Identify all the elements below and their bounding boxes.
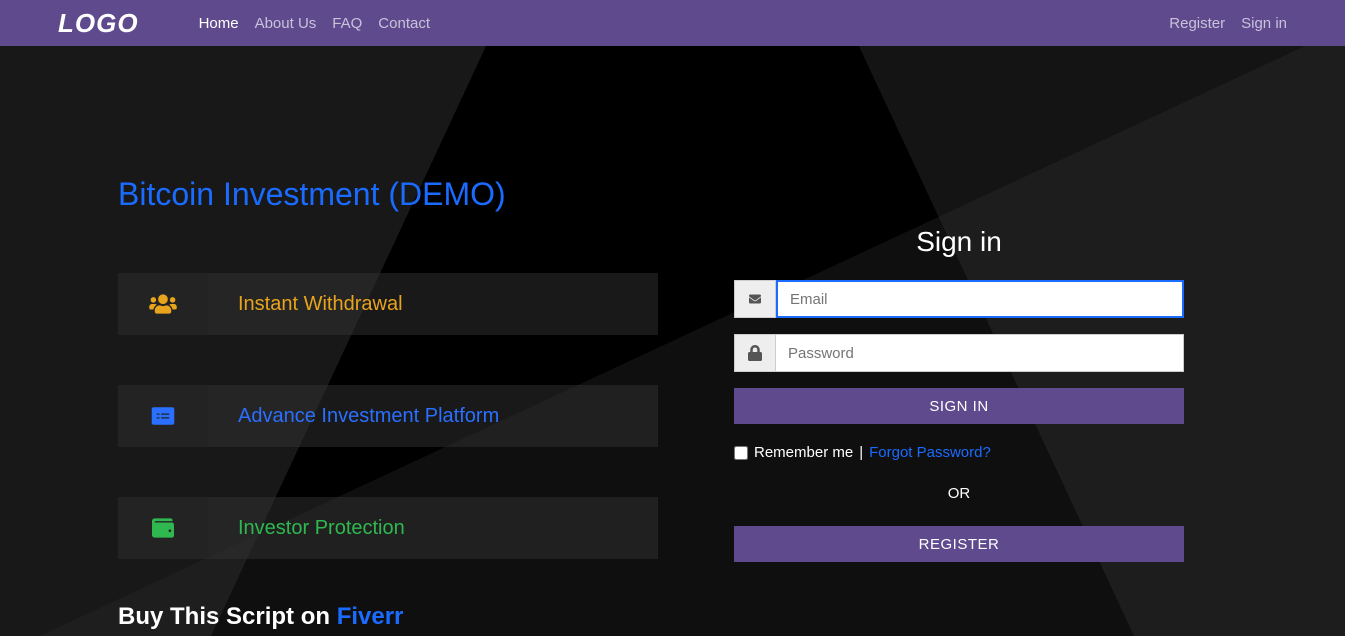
nav-link-faq[interactable]: FAQ bbox=[332, 15, 362, 32]
nav-link-signin[interactable]: Sign in bbox=[1241, 15, 1287, 32]
nav-right: Register Sign in bbox=[1169, 15, 1287, 32]
nav-link-contact[interactable]: Contact bbox=[378, 15, 430, 32]
buy-prefix: Buy This Script on bbox=[118, 603, 337, 630]
signin-column: Sign in SIGN IN Remember me | Forgot Pas… bbox=[734, 226, 1184, 609]
feature-label: Investor Protection bbox=[208, 497, 658, 559]
envelope-icon bbox=[734, 280, 776, 318]
fiverr-link[interactable]: Fiverr bbox=[337, 603, 404, 630]
hero-title: Bitcoin Investment (DEMO) bbox=[118, 176, 658, 213]
signin-title: Sign in bbox=[734, 226, 1184, 258]
feature-card-platform: Advance Investment Platform bbox=[118, 385, 658, 447]
password-input[interactable] bbox=[776, 334, 1184, 372]
nav-link-register[interactable]: Register bbox=[1169, 15, 1225, 32]
signin-button[interactable]: SIGN IN bbox=[734, 388, 1184, 424]
top-navbar: LOGO Home About Us FAQ Contact Register … bbox=[0, 0, 1345, 46]
main-container: Bitcoin Investment (DEMO) Instant Withdr… bbox=[0, 186, 1345, 609]
separator: | bbox=[859, 444, 863, 461]
remember-checkbox[interactable] bbox=[734, 446, 748, 460]
money-check-icon bbox=[118, 385, 208, 447]
nav-left: Home About Us FAQ Contact bbox=[199, 15, 430, 32]
nav-link-about[interactable]: About Us bbox=[255, 15, 317, 32]
email-input[interactable] bbox=[776, 280, 1184, 318]
users-icon bbox=[118, 273, 208, 335]
hero-column: Bitcoin Investment (DEMO) Instant Withdr… bbox=[118, 186, 658, 609]
feature-card-withdrawal: Instant Withdrawal bbox=[118, 273, 658, 335]
buy-script-cta: Buy This Script on Fiverr bbox=[118, 603, 1345, 631]
or-separator: OR bbox=[734, 485, 1184, 502]
remember-label: Remember me bbox=[754, 444, 853, 461]
wallet-icon bbox=[118, 497, 208, 559]
password-group bbox=[734, 334, 1184, 372]
forgot-password-link[interactable]: Forgot Password? bbox=[869, 444, 991, 461]
nav-link-home[interactable]: Home bbox=[199, 15, 239, 32]
brand-logo[interactable]: LOGO bbox=[58, 8, 139, 39]
lock-icon bbox=[734, 334, 776, 372]
remember-row: Remember me | Forgot Password? bbox=[734, 444, 1184, 461]
feature-label: Instant Withdrawal bbox=[208, 273, 658, 335]
feature-label: Advance Investment Platform bbox=[208, 385, 658, 447]
register-button[interactable]: REGISTER bbox=[734, 526, 1184, 562]
email-group bbox=[734, 280, 1184, 318]
feature-card-protection: Investor Protection bbox=[118, 497, 658, 559]
